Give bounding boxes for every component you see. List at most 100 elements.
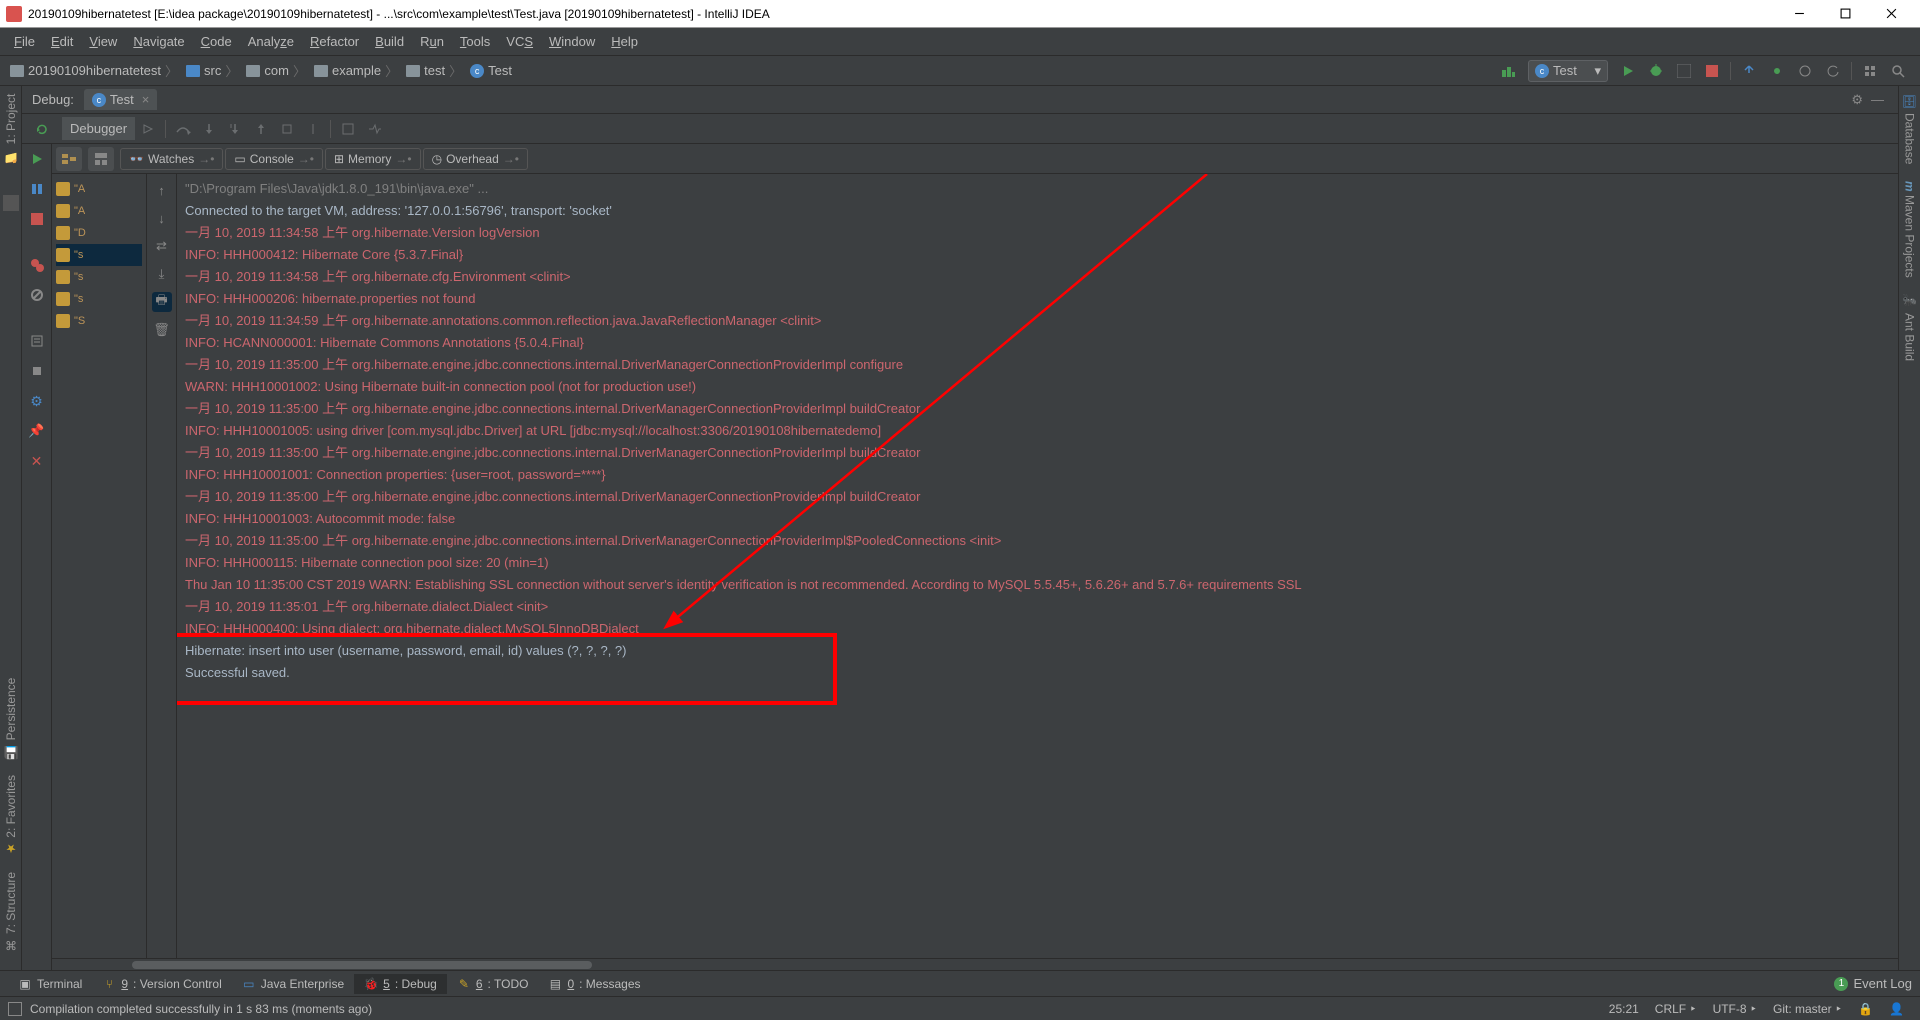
tool-database[interactable]: 🗄Database — [1901, 86, 1919, 173]
restore-layout-icon[interactable] — [88, 147, 114, 171]
tab-console[interactable]: ▭Console→• — [225, 148, 323, 170]
gear-icon[interactable]: ⚙ — [1851, 92, 1863, 108]
tab-overhead[interactable]: ◷Overhead→• — [423, 148, 528, 170]
menu-view[interactable]: View — [81, 30, 125, 53]
scroll-end-icon[interactable]: ⤓ — [152, 264, 172, 284]
menu-refactor[interactable]: Refactor — [302, 30, 367, 53]
settings-icon[interactable] — [26, 360, 48, 382]
menu-build[interactable]: Build — [367, 30, 412, 53]
menu-code[interactable]: Code — [193, 30, 240, 53]
breadcrumb-test[interactable]: test〉 — [404, 61, 468, 80]
tool-version-control[interactable]: ⑂9: Version Control — [92, 974, 231, 994]
vcs-commit-icon[interactable] — [1765, 59, 1789, 83]
vcs-revert-icon[interactable] — [1821, 59, 1845, 83]
evaluate-expr-icon[interactable] — [335, 116, 361, 142]
frames-panel[interactable]: "A "A "D "s "s "s "S — [52, 174, 147, 958]
breadcrumb-com[interactable]: com〉 — [244, 61, 312, 80]
tool-maven[interactable]: mMaven Projects — [1901, 173, 1919, 286]
tool-ant[interactable]: 🐜Ant Build — [1901, 286, 1919, 369]
close-tab-icon[interactable]: × — [142, 92, 150, 107]
pin-icon: →• — [503, 152, 519, 166]
breadcrumb-class[interactable]: cTest — [468, 63, 514, 78]
tool-messages[interactable]: ▤0: Messages — [538, 974, 650, 994]
drop-frame-icon[interactable] — [274, 116, 300, 142]
tool-icon-unknown[interactable] — [3, 195, 19, 211]
get-thread-dump-icon[interactable] — [26, 330, 48, 352]
breadcrumb-root[interactable]: 20190109hibernatetest〉 — [8, 61, 184, 80]
menu-file[interactable]: File — [6, 30, 43, 53]
file-encoding[interactable]: UTF-8 ‣ — [1705, 1002, 1765, 1016]
breadcrumb-example[interactable]: example〉 — [312, 61, 404, 80]
gear-icon-2[interactable]: ⚙ — [26, 390, 48, 412]
soft-wrap-icon[interactable]: ⇄ — [152, 236, 172, 256]
tool-project[interactable]: 📁1: Project — [2, 86, 20, 171]
rerun-button[interactable] — [29, 116, 55, 142]
menu-tools[interactable]: Tools — [452, 30, 498, 53]
inspections-icon[interactable]: 👤 — [1881, 1002, 1912, 1016]
minimize-panel-icon[interactable]: — — [1871, 92, 1884, 107]
event-log-button[interactable]: 1Event Log — [1834, 976, 1912, 991]
console-output[interactable]: "D:\Program Files\Java\jdk1.8.0_191\bin\… — [177, 174, 1898, 958]
clear-icon[interactable]: 🗑 — [152, 320, 172, 340]
tab-watches[interactable]: 👓Watches→• — [120, 148, 223, 170]
run-config-selector[interactable]: c Test ▾ — [1528, 60, 1608, 82]
show-exec-point-icon[interactable] — [135, 116, 161, 142]
menu-help[interactable]: Help — [603, 30, 646, 53]
status-icon[interactable] — [8, 1002, 22, 1016]
up-stack-icon[interactable]: ↑ — [152, 180, 172, 200]
tool-debug[interactable]: 🐞5: Debug — [354, 974, 447, 994]
git-branch[interactable]: Git: master ‣ — [1765, 1002, 1850, 1016]
force-step-into-icon[interactable] — [222, 116, 248, 142]
menu-window[interactable]: Window — [541, 30, 603, 53]
menu-analyze[interactable]: Analyze — [240, 30, 302, 53]
run-button[interactable] — [1616, 59, 1640, 83]
menu-run[interactable]: Run — [412, 30, 452, 53]
tool-terminal[interactable]: ▣Terminal — [8, 974, 92, 994]
project-structure-icon[interactable] — [1858, 59, 1882, 83]
step-over-icon[interactable] — [170, 116, 196, 142]
tool-todo[interactable]: ✎6: TODO — [447, 974, 539, 994]
tool-structure[interactable]: ⌘7: Structure — [2, 864, 20, 960]
run-config-name: Test — [1553, 63, 1577, 78]
run-to-cursor-icon[interactable] — [300, 116, 326, 142]
pin-icon: →• — [395, 152, 411, 166]
close-button[interactable] — [1868, 0, 1914, 28]
resume-button[interactable] — [26, 148, 48, 170]
cursor-position[interactable]: 25:21 — [1601, 1002, 1647, 1016]
app-icon — [6, 6, 22, 22]
frames-threads-icon[interactable] — [56, 147, 82, 171]
tool-favorites[interactable]: ★2: Favorites — [2, 767, 20, 864]
step-out-icon[interactable] — [248, 116, 274, 142]
read-only-lock-icon[interactable]: 🔒 — [1850, 1002, 1881, 1016]
menu-vcs[interactable]: VCS — [498, 30, 541, 53]
print-icon[interactable]: 🖶 — [152, 292, 172, 312]
build-icon[interactable] — [1496, 59, 1520, 83]
tool-persistence[interactable]: 💾Persistence — [2, 670, 20, 767]
minimize-button[interactable] — [1776, 0, 1822, 28]
pause-button[interactable] — [26, 178, 48, 200]
tab-memory[interactable]: ⊞Memory→• — [325, 148, 421, 170]
menu-navigate[interactable]: Navigate — [125, 30, 192, 53]
debugger-tab-label[interactable]: Debugger — [62, 117, 135, 140]
horizontal-scrollbar[interactable] — [52, 958, 1898, 970]
step-into-icon[interactable] — [196, 116, 222, 142]
tool-java-enterprise[interactable]: ▭Java Enterprise — [232, 974, 354, 994]
debug-button[interactable] — [1644, 59, 1668, 83]
down-stack-icon[interactable]: ↓ — [152, 208, 172, 228]
search-everywhere-icon[interactable] — [1886, 59, 1910, 83]
pin-icon[interactable]: 📌 — [26, 420, 48, 442]
breadcrumb-src[interactable]: src〉 — [184, 61, 244, 80]
close-panel-icon[interactable]: ✕ — [26, 450, 48, 472]
coverage-button[interactable] — [1672, 59, 1696, 83]
mute-breakpoints-icon[interactable] — [26, 284, 48, 306]
stop-button[interactable] — [1700, 59, 1724, 83]
line-separator[interactable]: CRLF ‣ — [1647, 1002, 1705, 1016]
debug-session-tab[interactable]: c Test × — [84, 89, 157, 110]
menu-edit[interactable]: Edit — [43, 30, 81, 53]
stop-button-2[interactable] — [26, 208, 48, 230]
vcs-history-icon[interactable] — [1793, 59, 1817, 83]
vcs-update-icon[interactable] — [1737, 59, 1761, 83]
trace-icon[interactable] — [361, 116, 387, 142]
maximize-button[interactable] — [1822, 0, 1868, 28]
view-breakpoints-icon[interactable] — [26, 254, 48, 276]
